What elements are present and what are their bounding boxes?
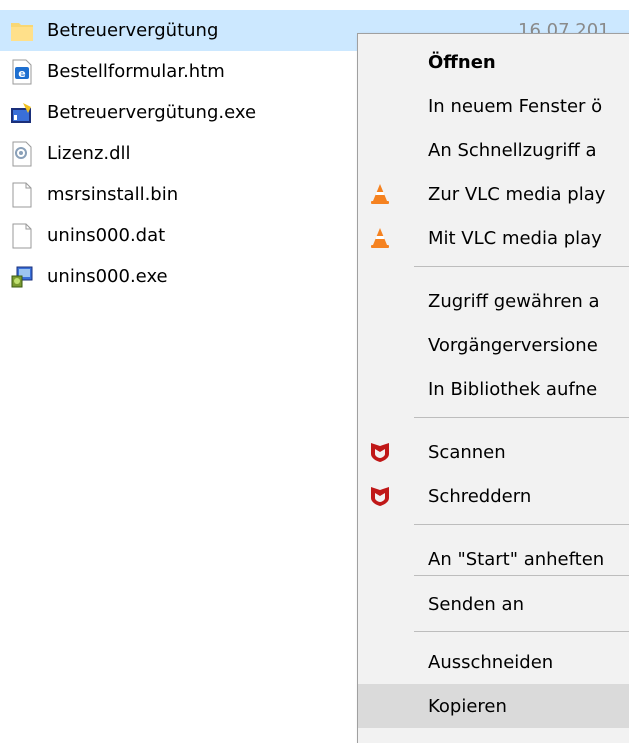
dll-file-icon [10,140,34,168]
menu-item-label: Öffnen [428,51,496,73]
menu-item-label: In Bibliothek aufne [428,378,598,400]
file-name: unins000.exe [47,266,168,287]
menu-item-in-neuem-fenster[interactable]: In neuem Fenster ö [358,84,629,128]
blank-file-icon [10,181,34,209]
menu-item-zugriff-gewaehren[interactable]: Zugriff gewähren a [358,279,629,323]
file-row-unins000-exe[interactable]: unins000.exe [0,256,370,297]
vlc-cone-icon [368,182,392,206]
file-row-bestellformular[interactable]: e Bestellformular.htm [0,51,370,92]
menu-item-label: Zur VLC media play [428,183,606,205]
blank-file-icon [10,222,34,250]
menu-separator [414,417,629,418]
mcafee-shield-icon [368,484,392,508]
installer-icon [10,263,34,291]
menu-item-kopieren[interactable]: Kopieren [358,684,629,728]
context-menu: Öffnen In neuem Fenster ö An Schnellzugr… [357,33,629,743]
menu-item-label: Scannen [428,441,506,463]
menu-item-ausschneiden[interactable]: Ausschneiden [358,640,629,684]
file-row-unins000-dat[interactable]: unins000.dat [0,215,370,256]
menu-item-label: An "Start" anheften [428,548,605,570]
menu-item-label: Kopieren [428,695,507,717]
file-list: Betreuervergütung 16.07.201 e Bestellfor… [0,10,629,297]
file-name: Bestellformular.htm [47,61,225,82]
menu-item-label: In neuem Fenster ö [428,95,603,117]
menu-item-label: Vorgängerversione [428,334,598,356]
menu-separator [414,631,629,632]
menu-item-label: Senden an [428,593,524,615]
folder-icon [10,17,34,45]
menu-item-schnellzugriff[interactable]: An Schnellzugriff a [358,128,629,172]
file-name: Lizenz.dll [47,143,131,164]
exe-app-icon [10,99,34,127]
menu-item-in-bibliothek[interactable]: In Bibliothek aufne [358,367,629,411]
menu-item-senden-an[interactable]: Senden an [358,582,629,626]
file-row-betreuerverguetung-exe[interactable]: Betreuervergütung.exe [0,92,370,133]
menu-separator [414,524,629,525]
menu-item-vorgaengerversionen[interactable]: Vorgängerversione [358,323,629,367]
svg-text:e: e [18,67,25,80]
menu-item-label: Zugriff gewähren a [428,290,600,312]
vlc-cone-icon [368,226,392,250]
file-name: Betreuervergütung [47,20,219,41]
menu-item-zur-vlc-playlist[interactable]: Zur VLC media play [358,172,629,216]
file-row-lizenz-dll[interactable]: Lizenz.dll [0,133,370,174]
file-name: msrsinstall.bin [47,184,179,205]
menu-item-label: Ausschneiden [428,651,554,673]
menu-item-schreddern[interactable]: Schreddern [358,474,629,518]
file-row-msrsinstall[interactable]: msrsinstall.bin [0,174,370,215]
mcafee-shield-icon [368,440,392,464]
menu-item-label: An Schnellzugriff a [428,139,597,161]
file-name: Betreuervergütung.exe [47,102,257,123]
menu-item-scannen[interactable]: Scannen [358,430,629,474]
file-name: unins000.dat [47,225,166,246]
html-file-icon: e [10,58,34,86]
menu-separator [414,266,629,267]
menu-item-label: Schreddern [428,485,532,507]
menu-item-label: Mit VLC media play [428,227,602,249]
menu-item-mit-vlc-abspielen[interactable]: Mit VLC media play [358,216,629,260]
menu-item-oeffnen[interactable]: Öffnen [358,40,629,84]
file-explorer: Betreuervergütung 16.07.201 e Bestellfor… [0,0,629,743]
menu-separator [414,575,629,576]
